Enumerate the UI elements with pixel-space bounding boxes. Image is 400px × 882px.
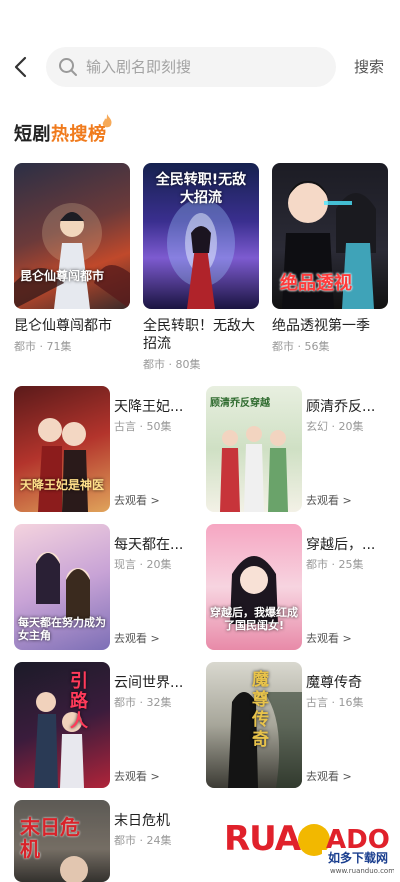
watermark-subtitle: 如多下载网 <box>328 850 388 865</box>
drama-title: 每天都在... <box>114 537 184 553</box>
drama-meta: 玄幻 · 20集 <box>306 420 364 433</box>
drama-meta: 现言 · 20集 <box>114 558 172 571</box>
drama-meta: 都市 · 32集 <box>114 696 172 709</box>
cover-art <box>38 418 88 512</box>
search-icon <box>59 58 77 76</box>
drama-meta: 都市 · 24集 <box>114 834 172 847</box>
drama-cover[interactable]: 魔尊传奇 <box>206 662 302 788</box>
svg-text:RUA: RUA <box>224 819 302 859</box>
drama-cover[interactable]: 穿越后，我爆红成了国民闺女! <box>206 524 302 650</box>
drama-title: 魔尊传奇 <box>306 675 362 691</box>
drama-list-item[interactable]: 魔尊传奇 魔尊传奇 古言 · 16集 去观看 > <box>206 662 386 788</box>
drama-title: 末日危机 <box>114 813 170 829</box>
drama-meta: 古言 · 50集 <box>114 420 172 433</box>
search-input[interactable] <box>86 58 306 76</box>
section-title: 短剧热搜榜 <box>14 114 112 146</box>
search-bar: 搜索 <box>0 44 400 90</box>
section-title-prefix: 短剧 <box>14 124 51 145</box>
drama-meta: 古言 · 16集 <box>306 696 364 709</box>
drama-meta: 都市 · 80集 <box>143 358 201 371</box>
drama-title: 昆仑仙尊闯都市 <box>14 318 112 334</box>
cover-title: 每天都在努力成为女主角 <box>18 616 106 642</box>
drama-cover[interactable]: 引路人 <box>14 662 110 788</box>
cover-title: 末日危机 <box>20 815 80 861</box>
drama-list-item[interactable]: 每天都在努力成为女主角 每天都在... 现言 · 20集 去观看 > <box>14 524 194 650</box>
cover-title: 穿越后，我爆红成了国民闺女! <box>210 606 298 632</box>
drama-title: 全民转职！无敌大招流 <box>143 318 255 352</box>
cover-title: 引路人 <box>70 671 88 732</box>
drama-list-item[interactable]: 穿越后，我爆红成了国民闺女! 穿越后，... 都市 · 25集 去观看 > <box>206 524 386 650</box>
drama-meta: 都市 · 56集 <box>272 340 330 353</box>
search-button[interactable]: 搜索 <box>354 56 384 77</box>
watch-link[interactable]: 去观看 > <box>306 630 352 646</box>
drama-title: 云间世界... <box>114 675 184 691</box>
drama-list-item[interactable]: 天降王妃是神医 天降王妃... 古言 · 50集 去观看 > <box>14 386 194 512</box>
drama-cover[interactable]: 末日危机 <box>14 800 110 882</box>
hot-ranking-grid: 昆仑仙尊闯都市 昆仑仙尊闯都市 都市 · 71集 全民转职!无敌大招流 全民转职… <box>14 163 388 372</box>
flame-icon <box>102 114 112 128</box>
drama-card[interactable]: 昆仑仙尊闯都市 昆仑仙尊闯都市 都市 · 71集 <box>14 163 130 372</box>
cover-title: 顾清乔反穿越 <box>210 398 270 409</box>
status-bar <box>0 0 400 40</box>
search-field[interactable] <box>46 47 336 87</box>
drama-cover[interactable]: 全民转职!无敌大招流 <box>143 163 259 309</box>
drama-list-item[interactable]: 末日危机 末日危机 都市 · 24集 <box>14 800 194 882</box>
drama-cover[interactable]: 每天都在努力成为女主角 <box>14 524 110 650</box>
drama-title: 穿越后，... <box>306 537 376 553</box>
watermark-logo: RUA ADO 如多下载网 www.ruanduo.com <box>222 810 395 876</box>
cover-title: 天降王妃是神医 <box>20 478 105 492</box>
watermark-url: www.ruanduo.com <box>330 867 394 875</box>
back-arrow-icon[interactable] <box>10 54 34 80</box>
drama-cover[interactable]: 绝品透视 <box>272 163 388 309</box>
drama-meta: 都市 · 25集 <box>306 558 364 571</box>
watch-link[interactable]: 去观看 > <box>114 630 160 646</box>
drama-cover[interactable]: 天降王妃是神医 <box>14 386 110 512</box>
drama-card[interactable]: 全民转职!无敌大招流 全民转职！无敌大招流 都市 · 80集 <box>143 163 259 372</box>
watch-link[interactable]: 去观看 > <box>306 492 352 508</box>
drama-meta: 都市 · 71集 <box>14 340 72 353</box>
watch-link[interactable]: 去观看 > <box>114 768 160 784</box>
drama-list-item[interactable]: 引路人 云间世界... 都市 · 32集 去观看 > <box>14 662 194 788</box>
cover-art <box>14 203 130 309</box>
drama-title: 天降王妃... <box>114 399 184 415</box>
drama-card[interactable]: 绝品透视 绝品透视第一季 都市 · 56集 <box>272 163 388 372</box>
drama-title: 绝品透视第一季 <box>272 318 370 334</box>
drama-list-item[interactable]: 顾清乔反穿越 顾清乔反... 玄幻 · 20集 去观看 > <box>206 386 386 512</box>
cover-title: 全民转职!无敌大招流 <box>155 172 247 206</box>
cover-title: 魔尊传奇 <box>252 670 269 750</box>
drama-title: 顾清乔反... <box>306 399 376 415</box>
cover-title: 昆仑仙尊闯都市 <box>20 269 105 283</box>
watch-link[interactable]: 去观看 > <box>306 768 352 784</box>
cover-title: 绝品透视 <box>280 273 352 294</box>
drama-cover[interactable]: 顾清乔反穿越 <box>206 386 302 512</box>
drama-cover[interactable]: 昆仑仙尊闯都市 <box>14 163 130 309</box>
watch-link[interactable]: 去观看 > <box>114 492 160 508</box>
